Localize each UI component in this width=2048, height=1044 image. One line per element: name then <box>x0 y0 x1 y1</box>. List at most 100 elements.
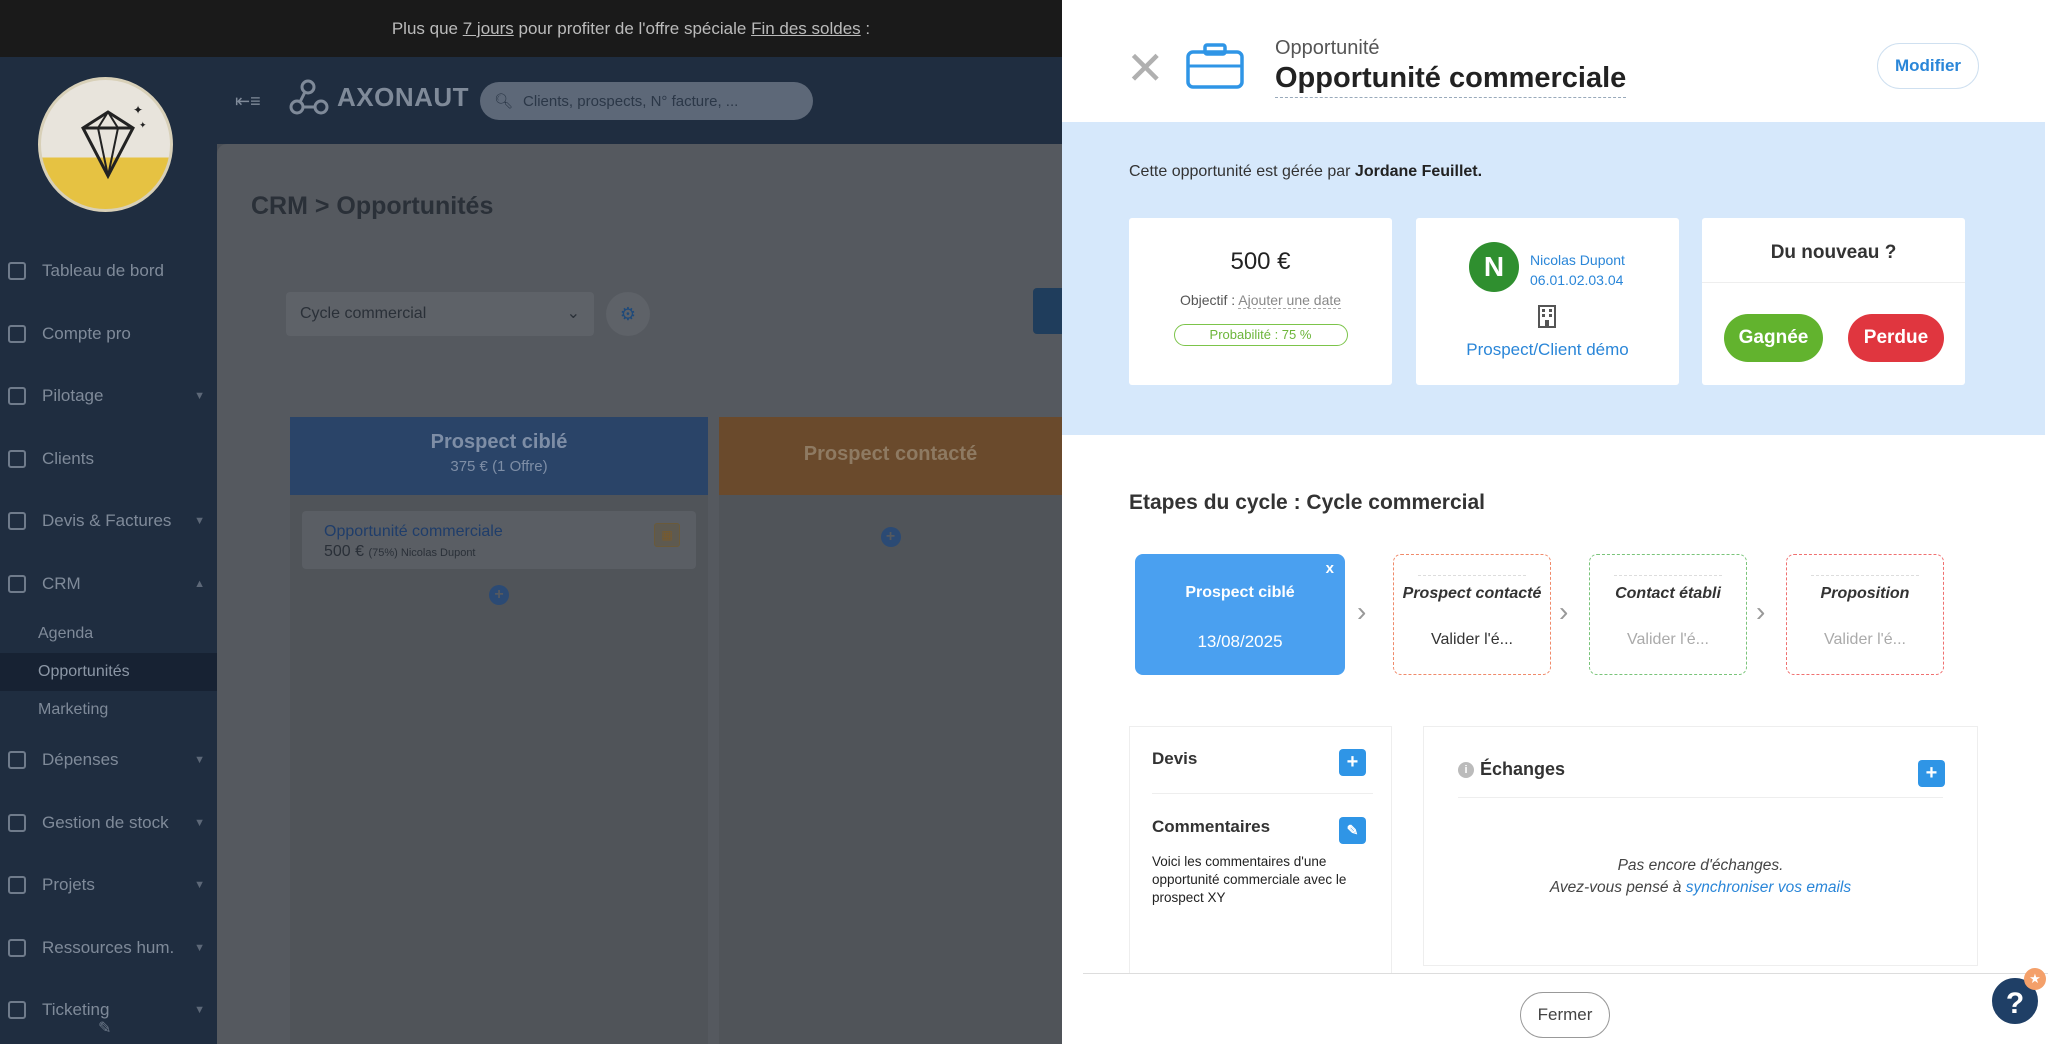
search-button[interactable] <box>1033 288 1062 334</box>
chevron-down-icon: ⌄ <box>566 305 580 322</box>
close-icon[interactable]: ✕ <box>1126 45 1165 91</box>
company-logo[interactable]: ✦ ✦ <box>38 77 173 212</box>
chevron-down-icon: ▼ <box>194 941 205 954</box>
sync-emails-link[interactable]: synchroniser vos emails <box>1686 879 1851 896</box>
users-icon <box>8 938 26 957</box>
column-header: Prospect contacté <box>719 417 1062 495</box>
step-card-prospect-contacte[interactable]: Prospect contacté Valider l'é... <box>1393 554 1551 675</box>
add-opportunity-icon[interactable]: + <box>880 527 901 547</box>
main-content: CRM > Opportunités Cycle commercial ⌄ ⚙ P… <box>217 144 1062 1044</box>
amount-card: 500 € Objectif : Ajouter une date Probab… <box>1129 218 1392 385</box>
summary-zone: Cette opportunité est gérée par Jordane … <box>1062 122 2045 435</box>
sidebar-item-label: Compte pro <box>42 323 131 343</box>
edit-comments-button[interactable]: ✎ <box>1339 817 1366 844</box>
pipeline-column: Prospect ciblé 375 € (1 Offre) Opportunit… <box>290 417 708 1044</box>
sidebar-item-projects[interactable]: Projets ▼ <box>0 854 217 917</box>
sidebar-item-quotes-invoices[interactable]: Devis & Factures ▼ <box>0 490 217 553</box>
step-name: Contact établi <box>1615 585 1721 602</box>
opportunity-card[interactable]: Opportunité commerciale 500 € (75%) Nico… <box>302 511 696 569</box>
contact-info: Nicolas Dupont 06.01.02.03.04 <box>1530 250 1625 290</box>
step-card-proposition[interactable]: Proposition Valider l'é... <box>1786 554 1944 675</box>
steps-title: Etapes du cycle : Cycle commercial <box>1129 491 1486 514</box>
chevron-down-icon: ▼ <box>194 1004 205 1017</box>
won-button[interactable]: Gagnée <box>1724 314 1823 362</box>
validate-step-link[interactable]: Valider l'é... <box>1394 631 1550 649</box>
validate-step-link[interactable]: Valider l'é... <box>1590 631 1746 649</box>
step-name: Proposition <box>1820 585 1910 602</box>
edit-button[interactable]: Modifier <box>1877 43 1979 89</box>
exchanges-label: Échanges <box>1480 759 1566 779</box>
search-input[interactable]: Clients, prospects, N° facture, ... <box>523 93 738 110</box>
probability-badge[interactable]: Probabilité : 75 % <box>1173 324 1348 346</box>
exchanges-empty-state: Pas encore d'échanges. Avez-vous pensé à… <box>1424 855 1977 899</box>
sidebar-item-pilotage[interactable]: Pilotage ▼ <box>0 365 217 428</box>
objective-label: Objectif : <box>1179 292 1239 308</box>
panel-title[interactable]: Opportunité commerciale <box>1275 62 1627 98</box>
add-opportunity-icon[interactable]: + <box>489 585 509 605</box>
sidebar-item-clients[interactable]: Clients <box>0 428 217 491</box>
exchanges-hint: Avez-vous pensé à synchroniser vos email… <box>1424 877 1977 899</box>
global-search[interactable]: 🔍︎ Clients, prospects, N° facture, ... <box>480 82 813 120</box>
managed-by-user: Jordane Feuillet. <box>1354 163 1483 180</box>
contact-phone[interactable]: 06.01.02.03.04 <box>1530 270 1625 290</box>
lost-button[interactable]: Perdue <box>1848 314 1944 362</box>
divider <box>1702 282 1965 283</box>
sidebar-item-pro-account[interactable]: Compte pro <box>0 303 217 366</box>
promo-banner: Plus que 7 jours pour profiter de l'offr… <box>0 0 1062 57</box>
chevron-up-icon: ▲ <box>194 577 205 590</box>
sidebar-item-label: Clients <box>42 448 94 468</box>
page-title: CRM > Opportunités <box>251 192 494 220</box>
sidebar-subitem-agenda[interactable]: Agenda <box>0 615 217 653</box>
sidebar-item-expenses[interactable]: Dépenses ▼ <box>0 729 217 792</box>
cycle-select[interactable]: Cycle commercial ⌄ <box>286 292 594 336</box>
document-icon <box>8 512 26 531</box>
contact-name[interactable]: Nicolas Dupont <box>1530 250 1625 270</box>
chevron-right-icon: › <box>1559 596 1569 627</box>
step-name: Prospect ciblé <box>1185 584 1295 601</box>
panel-kicker: Opportunité <box>1275 37 1380 59</box>
managed-by-prefix: Cette opportunité est gérée par <box>1129 163 1355 180</box>
sidebar: ✦ ✦ Tableau de bord Compte pro Pilotage ▼… <box>0 57 229 1044</box>
contact-card: N Nicolas Dupont 06.01.02.03.04 Prospect… <box>1416 218 1679 385</box>
svg-text:✦: ✦ <box>139 120 147 130</box>
step-card-contact-etabli[interactable]: Contact établi Valider l'é... <box>1589 554 1747 675</box>
top-header: ⇤≡ AXONAUT 🔍︎ Clients, prospects, N° fac… <box>217 57 1062 144</box>
promo-days-link[interactable]: 7 jours <box>463 19 514 38</box>
sidebar-item-crm[interactable]: CRM ▲ <box>0 553 217 616</box>
opportunity-amount: 500 € <box>1230 248 1291 275</box>
sidebar-item-dashboard[interactable]: Tableau de bord <box>0 240 217 303</box>
brand-logo[interactable]: AXONAUT <box>287 79 469 115</box>
remove-step-icon[interactable]: x <box>1326 560 1334 577</box>
sidebar-item-label: CRM <box>42 573 81 593</box>
promo-text-pre: Plus que <box>391 19 463 38</box>
brush-icon[interactable]: ✎ <box>98 1018 111 1038</box>
menu-collapse-icon[interactable]: ⇤≡ <box>235 91 261 112</box>
company-link[interactable]: Prospect/Client démo <box>1416 340 1679 360</box>
sidebar-item-hr[interactable]: Ressources hum. ▼ <box>0 917 217 980</box>
brand-name: AXONAUT <box>337 81 470 112</box>
cycle-settings-button[interactable]: ⚙ <box>606 292 650 336</box>
add-exchange-button[interactable]: + <box>1918 760 1945 787</box>
step-card-prospect-cible[interactable]: x Prospect ciblé 13/08/2025 <box>1135 554 1345 675</box>
sidebar-item-label: Tableau de bord <box>42 261 164 281</box>
sidebar-item-label: Pilotage <box>42 386 104 406</box>
opportunity-card-amount: 500 € (75%) Nicolas Dupont <box>324 543 674 561</box>
sidebar-subitem-opportunities[interactable]: Opportunités <box>0 653 229 691</box>
sidebar-subitem-marketing[interactable]: Marketing <box>0 691 217 729</box>
step-date: 13/08/2025 <box>1197 632 1283 651</box>
divider <box>1458 797 1943 798</box>
info-icon[interactable]: i <box>1458 762 1474 778</box>
exchanges-hint-text: Avez-vous pensé à <box>1549 879 1686 896</box>
close-button[interactable]: Fermer <box>1520 992 1610 1038</box>
validate-step-link[interactable]: Valider l'é... <box>1787 631 1943 649</box>
opportunity-card-title[interactable]: Opportunité commerciale <box>324 523 674 541</box>
folder-icon <box>8 876 26 895</box>
promo-sale-link[interactable]: Fin des soldes <box>751 19 861 38</box>
search-icon: 🔍︎ <box>494 93 514 110</box>
chevron-down-icon: ▼ <box>194 515 205 528</box>
objective-date-link[interactable]: Ajouter une date <box>1238 292 1342 309</box>
add-quote-button[interactable]: + <box>1339 749 1366 776</box>
briefcase-icon <box>8 574 26 593</box>
calendar-icon[interactable]: ▦ <box>654 523 680 547</box>
sidebar-item-stock[interactable]: Gestion de stock ▼ <box>0 792 217 855</box>
